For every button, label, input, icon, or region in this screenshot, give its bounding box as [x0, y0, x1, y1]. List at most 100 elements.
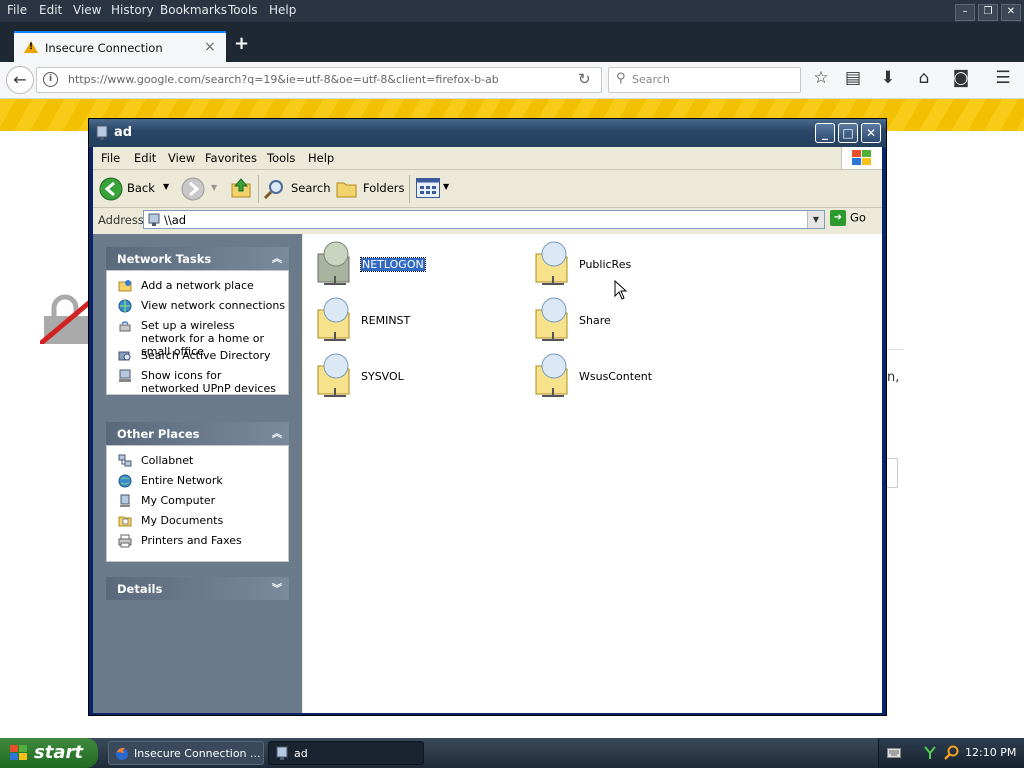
restore-button[interactable]: ❐	[978, 4, 998, 21]
share-label: PublicRes	[579, 258, 632, 271]
tab-close-icon[interactable]: ×	[204, 39, 216, 55]
share-item[interactable]: PublicRes	[534, 240, 734, 288]
task-label: Add a network place	[141, 279, 254, 292]
toolbar-separator	[258, 175, 259, 203]
share-item[interactable]: Share	[534, 296, 734, 344]
reload-icon[interactable]: ↻	[578, 70, 591, 88]
shared-folder-icon	[317, 297, 350, 341]
download-icon[interactable]: ⬇	[877, 67, 899, 89]
menu-history[interactable]: History	[111, 3, 154, 17]
explorer-close-button[interactable]: ✕	[861, 123, 881, 143]
search-toolbar-button[interactable]: Search	[263, 175, 331, 203]
file-view: NETLOGON PublicRes REMINST Share SYSVOL …	[303, 234, 882, 713]
explorer-menu-favorites[interactable]: Favorites	[205, 151, 257, 165]
search-tray-icon[interactable]	[943, 745, 959, 761]
page-input-fragment	[887, 458, 898, 488]
address-value: \\ad	[164, 213, 187, 227]
pocket-icon[interactable]: ◙	[950, 67, 972, 89]
library-icon[interactable]: ▤	[842, 67, 864, 89]
back-button[interactable]: ←	[6, 66, 34, 94]
keyboard-icon[interactable]	[887, 748, 901, 758]
back-arrow-icon	[99, 177, 123, 201]
search-directory-icon	[118, 351, 131, 361]
share-item[interactable]: NETLOGON	[316, 240, 516, 288]
collapse-chevron-icon[interactable]: ︽	[272, 250, 282, 265]
home-icon[interactable]: ⌂	[913, 67, 935, 89]
taskbar-button-firefox[interactable]: Insecure Connection ...	[108, 741, 264, 765]
explorer-menu-edit[interactable]: Edit	[134, 151, 156, 165]
back-dropdown-icon[interactable]: ▼	[163, 182, 169, 191]
windows-flag-icon	[10, 745, 27, 760]
printer-icon	[118, 534, 132, 548]
system-tray: 12:10 PM	[878, 738, 1024, 768]
share-item[interactable]: REMINST	[316, 296, 516, 344]
workgroup-icon	[118, 454, 132, 467]
up-folder-icon[interactable]	[230, 177, 252, 199]
info-icon[interactable]: i	[43, 72, 58, 87]
network-tasks-header[interactable]: Network Tasks ︽	[106, 247, 289, 270]
search-placeholder: Search	[632, 73, 670, 86]
task-label: View network connections	[141, 299, 286, 312]
shared-folder-icon	[535, 241, 568, 285]
explorer-minimize-button[interactable]: _	[815, 123, 835, 143]
address-label: Address	[98, 213, 144, 227]
place-label: Collabnet	[141, 454, 194, 467]
url-bar[interactable]: i https://www.google.com/search?q=19&ie=…	[36, 67, 602, 93]
views-button[interactable]: ▼	[416, 178, 452, 200]
start-button[interactable]: start	[0, 738, 98, 768]
explorer-toolbar: Back ▼ ▼ Search Folders ▼	[93, 170, 882, 208]
mouse-cursor-icon	[614, 280, 628, 300]
address-dropdown-icon[interactable]: ▼	[807, 211, 824, 228]
go-button[interactable]: ➜ Go	[830, 210, 866, 226]
windows-logo-icon	[841, 147, 882, 169]
explorer-menu-view[interactable]: View	[168, 151, 195, 165]
folders-icon	[336, 182, 357, 198]
taskbar-button-label: ad	[294, 747, 308, 760]
menu-help[interactable]: Help	[269, 3, 296, 17]
task-label: Show icons for networked UPnP devices	[141, 369, 276, 395]
url-text: https://www.google.com/search?q=19&ie=ut…	[68, 73, 499, 86]
taskbar-button-explorer[interactable]: ad	[268, 741, 424, 765]
search-input[interactable]: ⚲ Search	[608, 67, 801, 93]
menu-bookmarks[interactable]: Bookmarks	[160, 3, 227, 17]
details-header[interactable]: Details ︾	[106, 577, 289, 600]
share-item[interactable]: WsusContent	[534, 352, 734, 400]
tab-insecure-connection[interactable]: Insecure Connection ×	[14, 31, 226, 64]
views-dropdown-icon: ▼	[443, 182, 450, 191]
place-label: My Documents	[141, 514, 224, 527]
network-share-icon	[276, 746, 288, 760]
menu-file[interactable]: File	[7, 3, 27, 17]
folders-toolbar-button[interactable]: Folders	[336, 175, 406, 203]
close-button[interactable]: ✕	[1001, 4, 1021, 21]
forward-nav-button[interactable]: ▼	[181, 177, 221, 203]
back-nav-button[interactable]: Back ▼	[99, 175, 174, 203]
collapse-chevron-icon[interactable]: ︽	[272, 425, 282, 440]
window-title: ad	[114, 125, 133, 140]
other-places-header[interactable]: Other Places ︽	[106, 422, 289, 445]
network-tray-icon[interactable]	[923, 745, 937, 761]
explorer-menu-file[interactable]: File	[101, 151, 120, 165]
share-item[interactable]: SYSVOL	[316, 352, 516, 400]
bookmark-star-icon[interactable]: ☆	[810, 67, 832, 89]
minimize-button[interactable]: –	[955, 4, 975, 21]
menu-edit[interactable]: Edit	[39, 3, 62, 17]
other-places-panel: Collabnet Entire Network My Computer My …	[106, 445, 289, 562]
menu-tools[interactable]: Tools	[228, 3, 258, 17]
network-computer-icon	[148, 213, 160, 226]
explorer-menu-help[interactable]: Help	[308, 151, 334, 165]
new-tab-button[interactable]: +	[234, 33, 249, 54]
explorer-maximize-button[interactable]: □	[838, 123, 858, 143]
back-label: Back	[127, 181, 155, 195]
menu-view[interactable]: View	[73, 3, 101, 17]
explorer-titlebar[interactable]: ad _ □ ✕	[89, 119, 886, 147]
address-input[interactable]: \\ad ▼	[143, 210, 825, 229]
shared-folder-icon	[535, 353, 568, 397]
start-label: start	[34, 742, 83, 763]
hamburger-menu-icon[interactable]: ☰	[992, 67, 1014, 89]
explorer-menu-tools[interactable]: Tools	[267, 151, 295, 165]
shared-folder-icon	[317, 353, 350, 397]
network-tasks-title: Network Tasks	[117, 252, 212, 266]
expand-chevron-icon[interactable]: ︾	[272, 580, 282, 595]
task-label: Search Active Directory	[141, 349, 271, 362]
wireless-network-icon	[119, 321, 131, 332]
